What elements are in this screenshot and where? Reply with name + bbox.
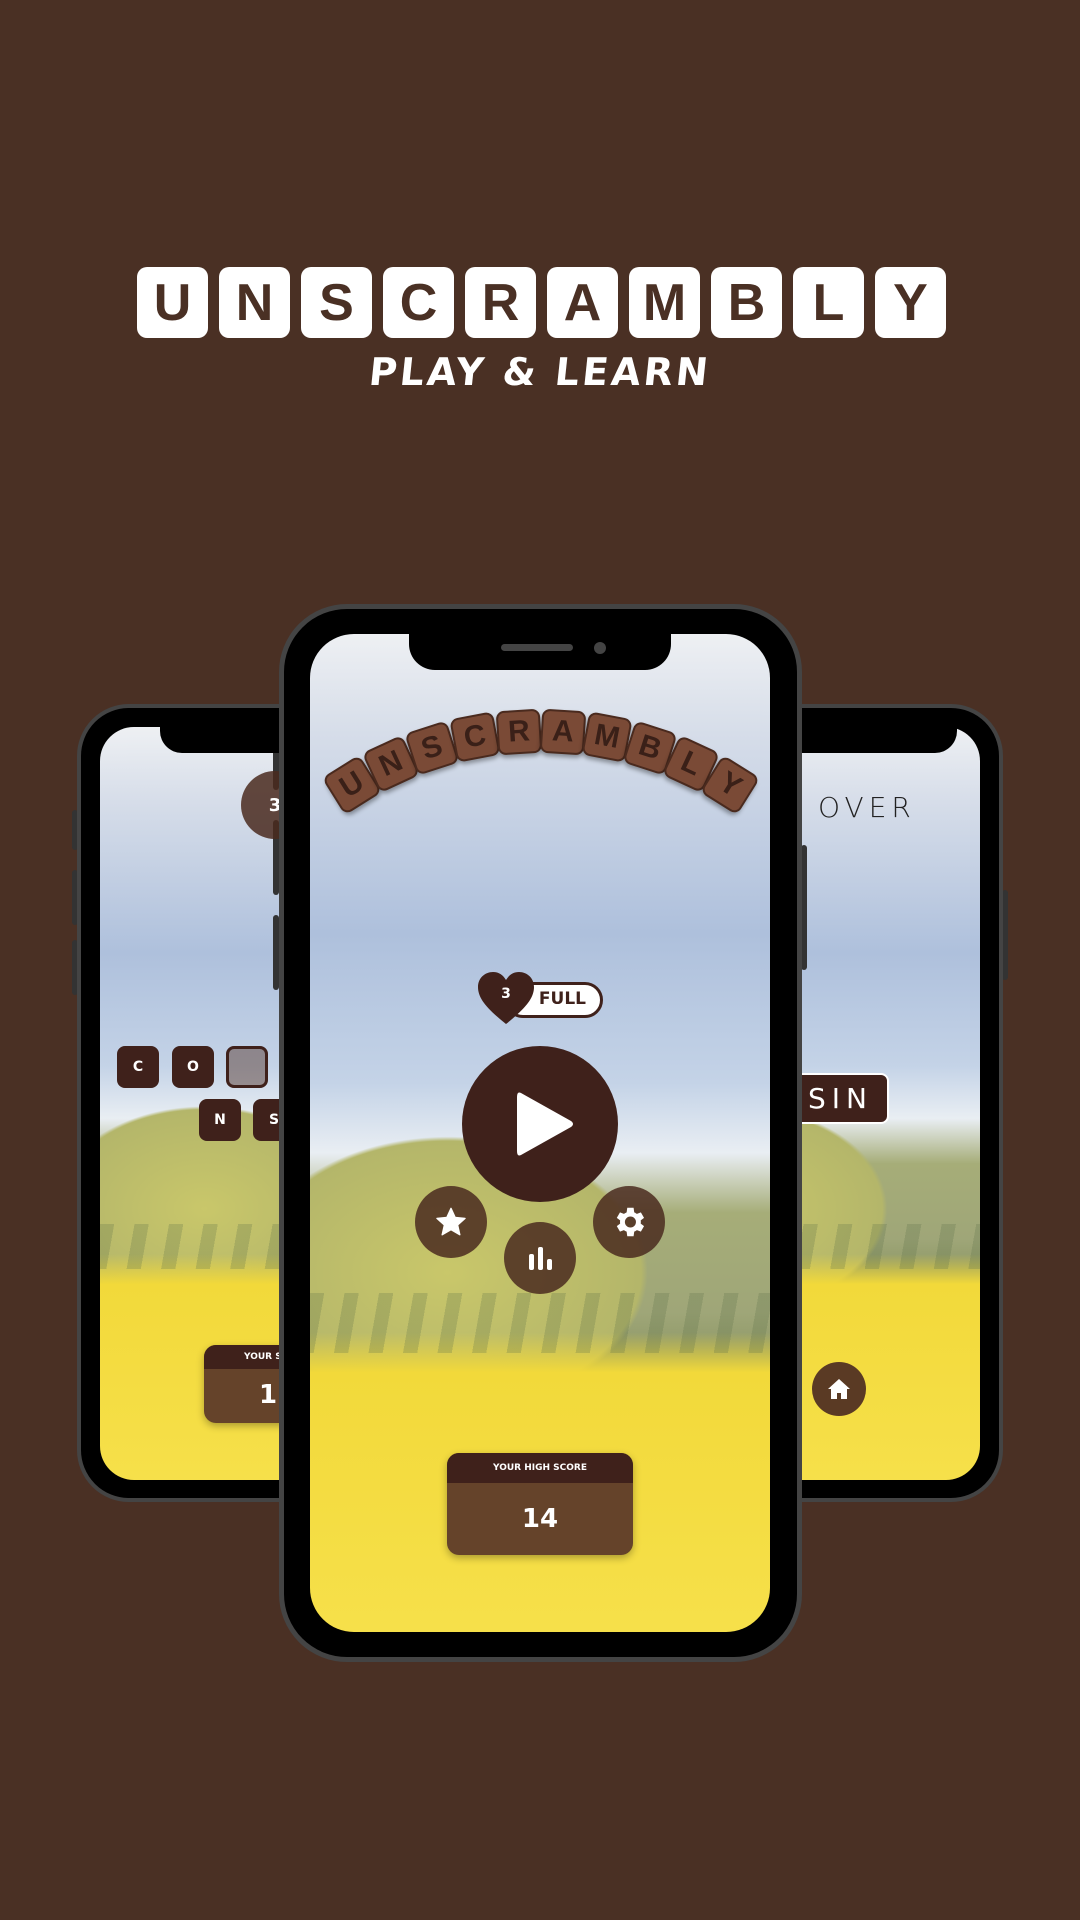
tagline: PLAY & LEARN	[366, 350, 714, 394]
home-button[interactable]	[812, 1362, 866, 1416]
high-score-label: YOUR HIGH SCORE	[447, 1453, 633, 1483]
logo-letter-tile: A	[547, 267, 618, 338]
arc-letter-tile: R	[495, 708, 543, 755]
center-phone: UNSCRAMBLY FULL 3 YOUR HIGH SCORE 14	[279, 604, 802, 1662]
center-phone-screen: UNSCRAMBLY FULL 3 YOUR HIGH SCORE 14	[310, 634, 770, 1632]
play-button[interactable]	[462, 1046, 618, 1202]
favorites-button[interactable]	[415, 1186, 487, 1258]
logo-letter-tile: Y	[875, 267, 946, 338]
answer-tile-empty[interactable]	[226, 1046, 268, 1088]
gear-icon	[616, 1207, 645, 1237]
arc-letter-tile: C	[449, 711, 501, 763]
letter-tile[interactable]: N	[199, 1099, 241, 1141]
stats-button[interactable]	[504, 1222, 576, 1294]
high-score-card: YOUR HIGH SCORE 14	[447, 1453, 633, 1555]
answer-tile[interactable]: C	[117, 1046, 159, 1088]
star-icon	[436, 1207, 466, 1236]
logo-letter-tile: B	[711, 267, 782, 338]
bar-chart-icon	[529, 1247, 552, 1270]
lives-status: FULL	[538, 989, 586, 1009]
home-icon	[828, 1379, 850, 1399]
high-score-value: 14	[521, 1504, 559, 1534]
arc-letter-tile: A	[539, 708, 587, 755]
logo-letter-tile: M	[629, 267, 700, 338]
answer-tile[interactable]: O	[172, 1046, 214, 1088]
logo-letter-tile: N	[219, 267, 290, 338]
logo-letter-tile: R	[465, 267, 536, 338]
logo-letter-tile: U	[137, 267, 208, 338]
logo-letter-tile: C	[383, 267, 454, 338]
settings-button[interactable]	[593, 1186, 665, 1258]
logo-title: UNSCRAMBLY	[137, 267, 946, 338]
heart-icon: 3	[476, 970, 536, 1026]
lives-count: 3	[501, 986, 511, 1002]
logo-letter-tile: S	[301, 267, 372, 338]
game-over-title: OVER	[818, 791, 916, 824]
play-icon	[517, 1092, 573, 1156]
logo-letter-tile: L	[793, 267, 864, 338]
